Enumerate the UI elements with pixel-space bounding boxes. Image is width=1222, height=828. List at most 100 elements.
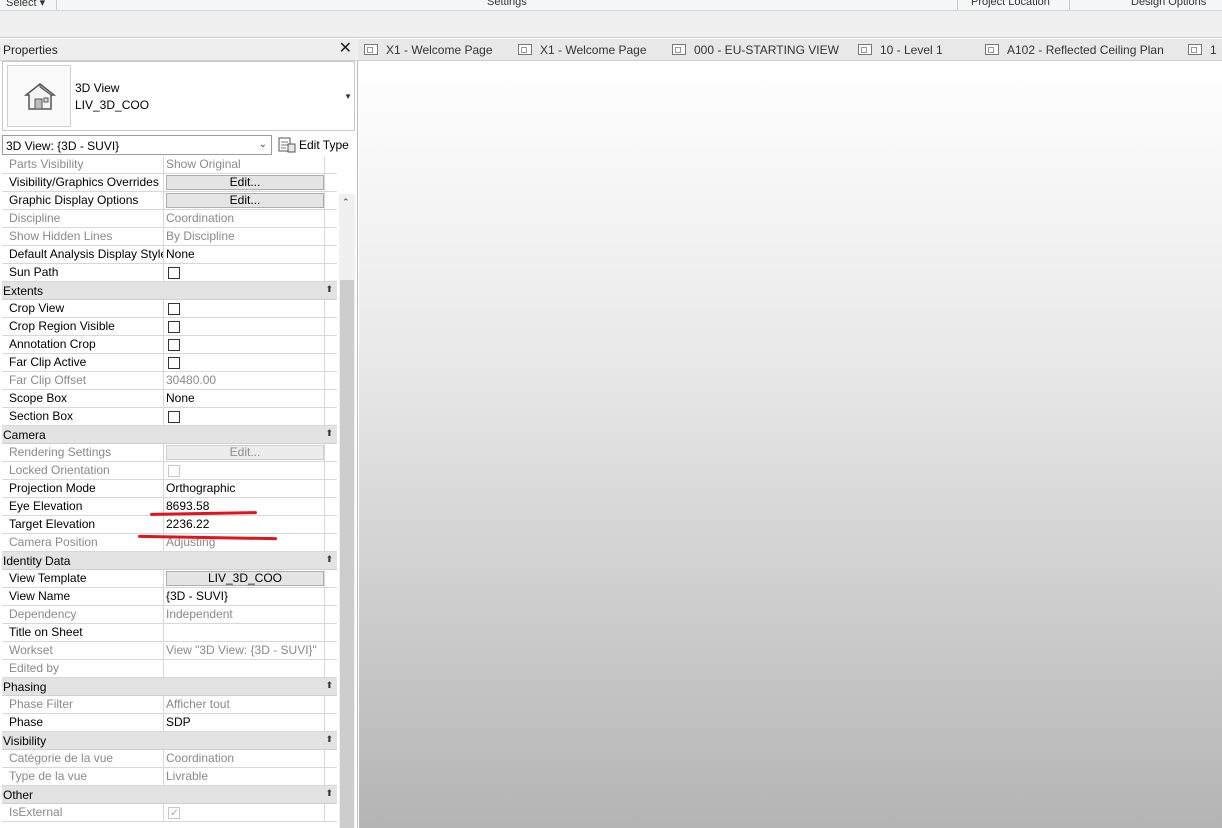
graphic-display-options-button[interactable]: Edit... [166,193,324,208]
property-value[interactable]: 2236.22 [164,516,325,533]
property-value: Afficher tout [164,696,325,713]
design-options-panel-label[interactable]: Design Options [1131,0,1206,8]
category-phasing[interactable]: Phasing ⬆ [2,678,337,696]
crop-view-checkbox[interactable] [168,303,180,315]
property-row-dependency: Dependency Independent [2,606,337,624]
category-other[interactable]: Other ⬆ [2,786,337,804]
property-row-title-on-sheet: Title on Sheet [2,624,337,642]
property-value[interactable]: None [164,390,325,407]
property-name: Workset [2,642,164,659]
type-selector[interactable]: 3D View LIV_3D_COO ▼ [2,61,355,131]
property-name: Catégorie de la vue [2,750,164,767]
ribbon-divider [1069,0,1070,10]
category-extents[interactable]: Extents ⬆ [2,282,337,300]
property-name: Far Clip Active [2,354,164,371]
property-row-locked-orientation: Locked Orientation [2,462,337,480]
visibility-graphics-overrides-button[interactable]: Edit... [166,175,324,190]
sun-path-checkbox[interactable] [168,267,180,279]
collapse-icon[interactable]: ⬆ [325,284,333,295]
category-label: Phasing [3,680,47,694]
property-row-view-template: View Template LIV_3D_COO [2,570,337,588]
property-row-type-de-la-vue: Type de la vue Livrable [2,768,337,786]
property-row-visibility-graphics-overrides: Visibility/Graphics Overrides Edit... [2,174,337,192]
property-value: Edit... [164,174,325,191]
property-value[interactable]: {3D - SUVI} [164,588,325,605]
property-name: Phase Filter [2,696,164,713]
property-row-isexternal: IsExternal [2,804,337,822]
property-name: View Template [2,570,164,587]
ribbon-band [0,11,1222,38]
property-value: Edit... [164,444,325,461]
category-camera[interactable]: Camera ⬆ [2,426,337,444]
property-name: Type de la vue [2,768,164,785]
far-clip-active-checkbox[interactable] [168,357,180,369]
view-icon [672,44,686,55]
collapse-icon[interactable]: ⬆ [325,554,333,565]
view-icon [985,44,999,55]
view-canvas[interactable] [359,61,1222,828]
property-name: Sun Path [2,264,164,281]
property-name: Graphic Display Options [2,192,164,209]
scroll-up-icon[interactable]: ⌃ [342,197,350,208]
properties-scrollbar[interactable]: ⌃ [339,194,355,828]
property-name: Title on Sheet [2,624,164,641]
property-value [164,264,325,281]
property-row-show-hidden-lines: Show Hidden Lines By Discipline [2,228,337,246]
select-dropdown[interactable]: Select ▾ [6,0,45,9]
collapse-icon[interactable]: ⬆ [325,788,333,799]
property-value[interactable]: None [164,246,325,263]
property-row-crop-region-visible: Crop Region Visible [2,318,337,336]
property-value[interactable]: Orthographic [164,480,325,497]
property-name: Locked Orientation [2,462,164,479]
property-row-view-name: View Name {3D - SUVI} [2,588,337,606]
property-name: Parts Visibility [2,156,164,173]
instance-view-selector[interactable]: 3D View: {3D - SUVI} ⌄ [2,135,272,155]
category-label: Camera [3,428,46,442]
crop-region-visible-checkbox[interactable] [168,321,180,333]
house-icon [23,82,57,110]
property-row-scope-box: Scope Box None [2,390,337,408]
scrollbar-thumb[interactable] [340,280,354,828]
project-location-panel-label[interactable]: Project Location [971,0,1050,8]
type-family: 3D View [75,81,120,95]
property-name: Target Elevation [2,516,164,533]
property-value[interactable] [164,624,325,641]
property-name: View Name [2,588,164,605]
view-tab-label: A102 - Reflected Ceiling Plan [1007,43,1164,57]
properties-palette: Properties ✕ 3D View LIV_3D_COO ▼ 3D Vie… [0,39,358,828]
property-value[interactable]: SDP [164,714,325,731]
edit-type-button[interactable]: Edit Type [278,134,352,156]
settings-panel-label[interactable]: Settings [487,0,527,8]
view-icon [518,44,532,55]
close-icon[interactable]: ✕ [339,40,352,58]
category-visibility[interactable]: Visibility ⬆ [2,732,337,750]
property-name: Crop View [2,300,164,317]
instance-view-value: 3D View: {3D - SUVI} [6,139,120,153]
collapse-icon[interactable]: ⬆ [325,734,333,745]
property-row-phase-filter: Phase Filter Afficher tout [2,696,337,714]
view-icon [364,44,378,55]
property-row-discipline: Discipline Coordination [2,210,337,228]
view-tab-label: 000 - EU-STARTING VIEW [694,43,839,57]
edit-type-icon [278,137,296,153]
view-icon [1188,44,1202,55]
property-row-parts-visibility: Parts Visibility Show Original [2,156,337,174]
chevron-down-icon[interactable]: ▼ [344,92,352,101]
collapse-icon[interactable]: ⬆ [325,680,333,691]
view-icon [858,44,872,55]
view-tab-label: X1 - Welcome Page [386,43,493,57]
property-value: Independent [164,606,325,623]
property-value [164,336,325,353]
property-name: Dependency [2,606,164,623]
annotation-crop-checkbox[interactable] [168,339,180,351]
property-value [164,660,325,677]
view-template-button[interactable]: LIV_3D_COO [166,571,324,586]
category-label: Identity Data [3,554,71,568]
properties-title-bar: Properties ✕ [0,39,358,61]
view-tabs: X1 - Welcome Page X1 - Welcome Page 000 - … [358,39,1222,61]
property-value: Coordination [164,750,325,767]
collapse-icon[interactable]: ⬆ [325,428,333,439]
section-box-checkbox[interactable] [168,411,180,423]
property-value [164,462,325,479]
category-identity-data[interactable]: Identity Data ⬆ [2,552,337,570]
